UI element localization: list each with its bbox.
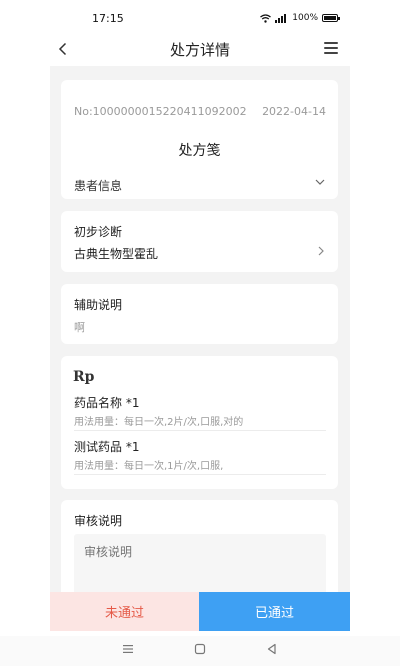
- drug-name: 测试药品 *1: [74, 440, 140, 454]
- diagnosis-value: 古典生物型霍乱: [74, 247, 159, 261]
- prescription-number: No:1000000015220411092002: [74, 105, 247, 118]
- wifi-icon: [260, 13, 272, 23]
- drug-usage: 用法用量：每日一次,1片/次,口服,: [74, 461, 224, 472]
- content-area[interactable]: No:1000000015220411092002 2022-04-14 处方笺…: [50, 66, 350, 592]
- diagnosis-card[interactable]: 初步诊断 古典生物型霍乱: [61, 211, 338, 272]
- nav-bar: 处方详情: [0, 36, 400, 62]
- status-time: 17:15: [92, 11, 124, 25]
- notes-value: 啊: [74, 321, 85, 334]
- drug-item: 测试药品 *1 用法用量：每日一次,1片/次,口服,: [74, 438, 326, 475]
- prescription-heading: 处方笺: [178, 143, 221, 159]
- recent-apps-icon[interactable]: [121, 642, 135, 656]
- back-chevron-icon[interactable]: [58, 36, 78, 62]
- battery-percent: 100%: [292, 13, 318, 23]
- status-icons: 100%: [260, 13, 340, 23]
- prescription-date: 2022-04-14: [262, 105, 326, 118]
- reject-button[interactable]: 未通过: [50, 592, 199, 631]
- chevron-down-icon: [315, 179, 325, 185]
- signal-icon: [275, 13, 287, 23]
- notes-card: 辅助说明 啊: [61, 284, 338, 344]
- status-bar: 17:15 100%: [0, 0, 400, 36]
- diagnosis-label: 初步诊断: [74, 225, 123, 239]
- drug-name: 药品名称 *1: [74, 396, 140, 410]
- drug-usage: 用法用量：每日一次,2片/次,口服,对的: [74, 417, 244, 428]
- page-title: 处方详情: [169, 40, 230, 59]
- rp-mark: Rp: [73, 369, 95, 385]
- review-input[interactable]: [74, 534, 326, 592]
- screen: 17:15 100% 处方详情 No:100000001522041109200…: [0, 0, 400, 666]
- rp-card: Rp 药品名称 *1 用法用量：每日一次,2片/次,口服,对的 测试药品 *1 …: [61, 356, 338, 489]
- drug-item: 药品名称 *1 用法用量：每日一次,2片/次,口服,对的: [74, 394, 326, 431]
- system-nav-bar: [0, 636, 400, 666]
- review-label: 审核说明: [74, 514, 123, 528]
- notes-label: 辅助说明: [74, 298, 123, 312]
- patient-info-label: 患者信息: [74, 179, 123, 193]
- home-icon[interactable]: [193, 642, 207, 656]
- approve-button[interactable]: 已通过: [199, 592, 350, 631]
- review-card: 审核说明: [61, 500, 338, 592]
- prescription-card: No:1000000015220411092002 2022-04-14 处方笺…: [61, 80, 338, 199]
- battery-icon: [322, 14, 340, 22]
- back-triangle-icon[interactable]: [265, 642, 279, 656]
- chevron-right-icon: [318, 246, 324, 256]
- menu-icon[interactable]: [324, 42, 338, 54]
